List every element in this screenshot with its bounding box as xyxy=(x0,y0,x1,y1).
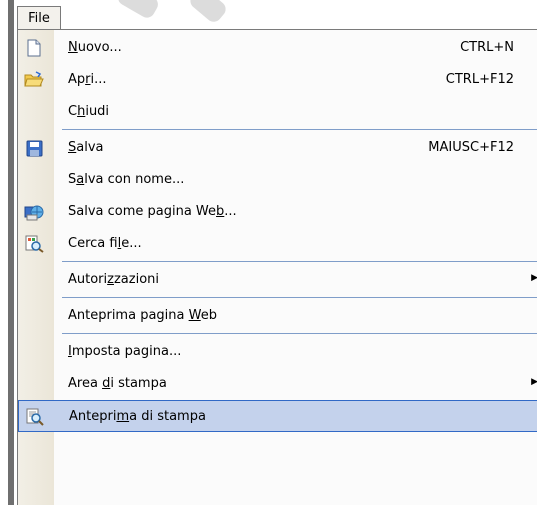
menu-item-apri[interactable]: Apri... CTRL+F12 xyxy=(18,64,537,96)
menu-item-label: Anteprima di stampa xyxy=(69,409,206,424)
menu-item-salva-come-pagina-web[interactable]: Salva come pagina Web... xyxy=(18,196,537,228)
menu-item-label: Area di stampa xyxy=(68,376,167,391)
window-edge xyxy=(8,0,14,505)
menu-item-label: Apri... xyxy=(68,72,107,87)
menu-item-cerca-file[interactable]: Cerca file... xyxy=(18,228,537,260)
save-disk-icon xyxy=(24,139,44,157)
submenu-arrow-icon: ▶ xyxy=(531,377,537,387)
menu-item-shortcut: CTRL+N xyxy=(460,40,514,55)
menu-item-anteprima-pagina-web[interactable]: Anteprima pagina Web xyxy=(18,300,537,332)
menu-item-label: Anteprima pagina Web xyxy=(68,308,217,323)
file-menu-title[interactable]: File xyxy=(17,6,61,30)
menu-item-nuovo[interactable]: Nuovo... CTRL+N xyxy=(18,32,537,64)
menu-item-salva-con-nome[interactable]: Salva con nome... xyxy=(18,164,537,196)
menu-separator xyxy=(62,129,537,130)
menu-item-label: Nuovo... xyxy=(68,40,122,55)
menu-separator xyxy=(62,297,537,298)
menu-item-area-di-stampa[interactable]: Area di stampa ▶ xyxy=(18,368,537,400)
menu-item-label: Imposta pagina... xyxy=(68,344,182,359)
background-mark xyxy=(115,0,161,21)
menu-item-imposta-pagina[interactable]: Imposta pagina... xyxy=(18,336,537,368)
file-dropdown-menu: Nuovo... CTRL+N Apri... CTRL+F12 Chiudi xyxy=(17,29,537,505)
submenu-arrow-icon: ▶ xyxy=(531,273,537,283)
menu-item-label: Autorizzazioni xyxy=(68,272,159,287)
open-folder-icon xyxy=(24,71,44,89)
new-document-icon xyxy=(24,39,44,57)
save-as-web-icon xyxy=(24,203,44,221)
background-mark xyxy=(187,0,229,25)
menu-separator xyxy=(62,261,537,262)
menu-item-label: Salva come pagina Web... xyxy=(68,204,237,219)
print-preview-icon xyxy=(25,408,45,426)
file-menu-rest: ile xyxy=(34,11,50,26)
menu-item-anteprima-di-stampa[interactable]: Anteprima di stampa xyxy=(18,400,537,432)
menu-item-shortcut: MAIUSC+F12 xyxy=(428,140,514,155)
menu-item-autorizzazioni[interactable]: Autorizzazioni ▶ xyxy=(18,264,537,296)
menu-separator xyxy=(62,333,537,334)
search-file-icon xyxy=(24,235,44,253)
menu-item-label: Salva con nome... xyxy=(68,172,185,187)
screenshot-stage: File Nuovo... CTRL+N Apri... CTRL+F12 Ch… xyxy=(0,0,537,505)
menu-item-salva[interactable]: Salva MAIUSC+F12 xyxy=(18,132,537,164)
menu-item-label: Salva xyxy=(68,140,104,155)
menu-item-label: Chiudi xyxy=(68,104,110,119)
menu-item-chiudi[interactable]: Chiudi xyxy=(18,96,537,128)
menu-item-label: Cerca file... xyxy=(68,236,142,251)
menu-item-shortcut: CTRL+F12 xyxy=(445,72,514,87)
